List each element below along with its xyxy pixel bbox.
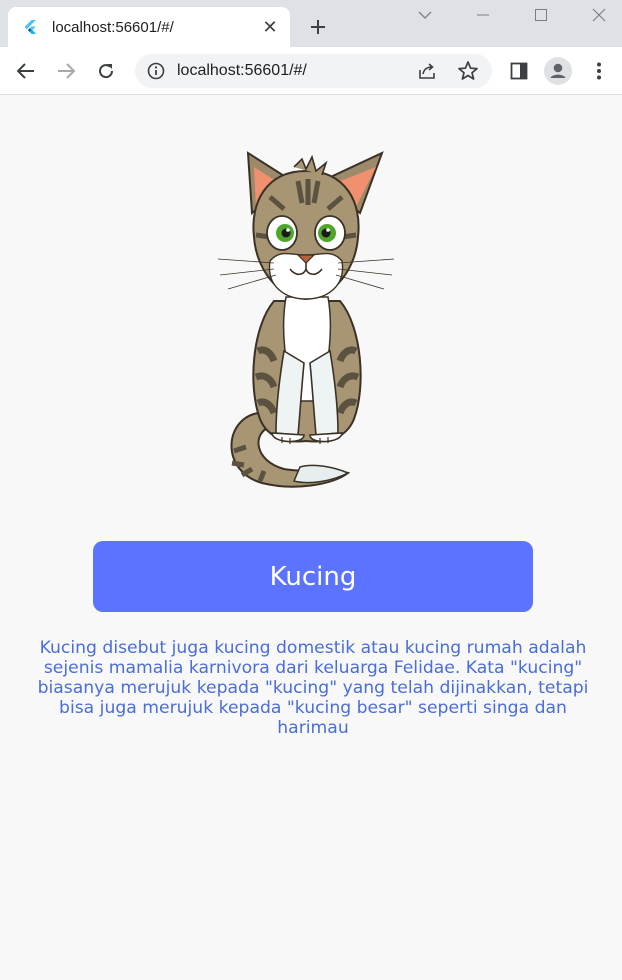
info-icon[interactable]	[147, 62, 165, 80]
flutter-icon	[24, 20, 36, 34]
tab-strip: localhost:56601/#/ ✕	[0, 0, 622, 47]
profile-avatar-icon[interactable]	[543, 56, 573, 86]
browser-tab[interactable]: localhost:56601/#/ ✕	[8, 7, 290, 47]
browser-toolbar: localhost:56601/#/	[0, 47, 622, 95]
kebab-menu-icon[interactable]	[584, 56, 614, 86]
forward-arrow-icon[interactable]	[51, 56, 81, 86]
plus-icon[interactable]	[304, 13, 332, 41]
address-text[interactable]: localhost:56601/#/	[177, 62, 307, 80]
maximize-icon[interactable]	[518, 0, 564, 30]
chevron-down-icon[interactable]	[402, 0, 448, 30]
page-content: Kucing Kucing disebut juga kucing domest…	[0, 96, 622, 980]
side-panel-icon[interactable]	[504, 56, 534, 86]
star-icon[interactable]	[457, 60, 479, 82]
back-arrow-icon[interactable]	[11, 56, 41, 86]
tab-title: localhost:56601/#/	[52, 18, 174, 36]
description-text: Kucing disebut juga kucing domestik atau…	[37, 638, 589, 738]
close-tab-icon[interactable]: ✕	[254, 11, 286, 43]
reload-icon[interactable]	[91, 56, 121, 86]
address-bar[interactable]: localhost:56601/#/	[135, 54, 492, 88]
share-icon[interactable]	[417, 61, 437, 81]
minimize-icon[interactable]	[460, 0, 506, 30]
kucing-button[interactable]: Kucing	[93, 541, 533, 612]
close-icon[interactable]	[576, 0, 622, 30]
cat-cartoon-illustration	[217, 151, 395, 488]
